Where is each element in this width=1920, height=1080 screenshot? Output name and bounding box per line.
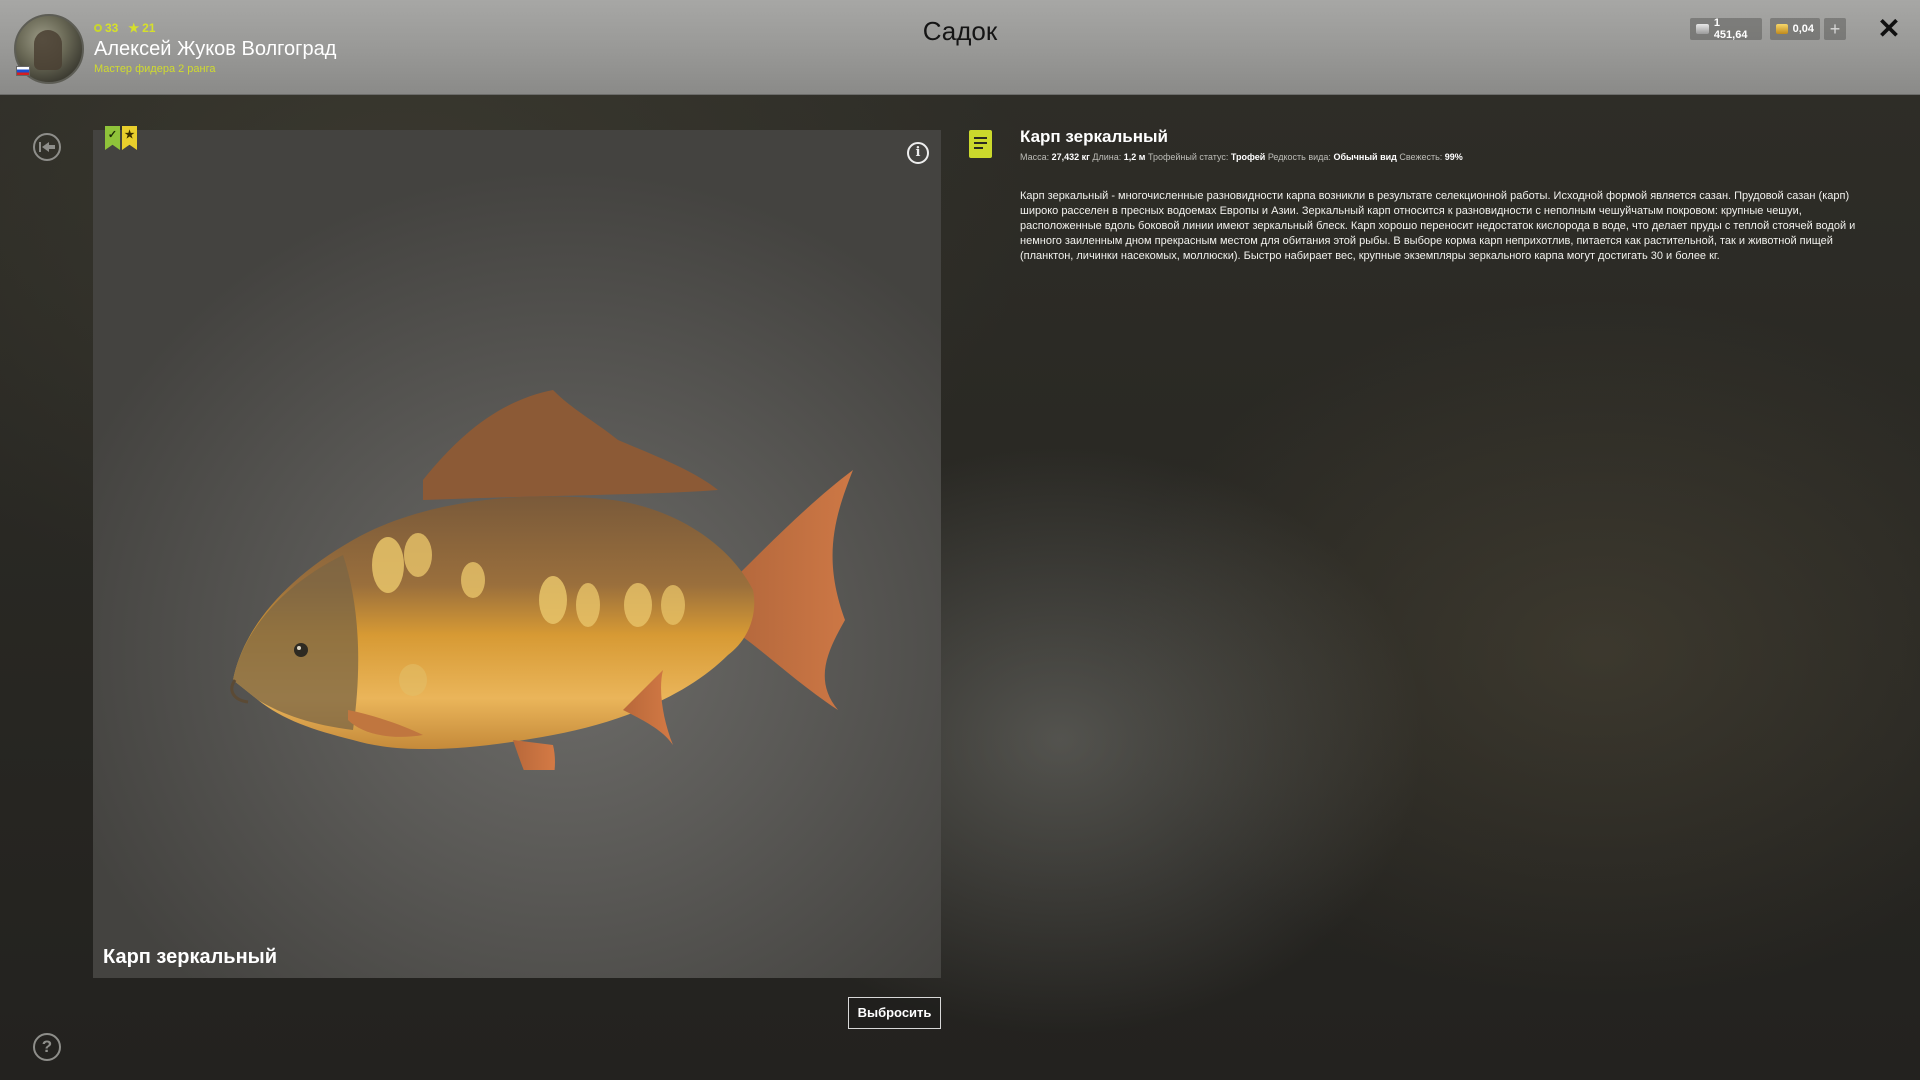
back-circle-icon xyxy=(39,142,55,152)
player-rank: Мастер фидера 2 ранга xyxy=(94,63,216,75)
gold-value: 0,04 xyxy=(1792,23,1814,35)
top-bar: 33 ★ 21 Алексей Жуков Волгоград Мастер ф… xyxy=(0,0,1920,95)
trophy-badge-icon: ★ xyxy=(122,126,137,150)
fish-description: Карп зеркальный - многочисленные разнови… xyxy=(1020,190,1856,262)
add-currency-button[interactable]: + xyxy=(1824,18,1846,40)
fish-caption: Карп зеркальный xyxy=(103,946,278,968)
fish-title: Карп зеркальный xyxy=(1020,127,1168,146)
mass-label: Масса: xyxy=(1020,152,1050,162)
fish-viewer[interactable]: ✓ ★ i Карп зеркальный xyxy=(93,126,941,978)
freshness-value: 99% xyxy=(1444,152,1463,162)
document-icon xyxy=(969,130,992,158)
gold-coin-icon xyxy=(1776,24,1788,34)
rarity-value: Обычный вид xyxy=(1333,152,1397,162)
trophy-value: Трофей xyxy=(1230,152,1266,162)
mass-value: 27,432 кг xyxy=(1051,152,1090,162)
badges: ✓ ★ xyxy=(105,126,137,150)
rarity-label: Редкость вида: xyxy=(1267,152,1331,162)
fish-stats: Масса: 27,432 кг Длина: 1,2 м Трофейный … xyxy=(1020,152,1463,162)
back-button[interactable] xyxy=(33,133,61,161)
trophy-label: Трофейный статус: xyxy=(1147,152,1229,162)
silver-value: 1 451,64 xyxy=(1713,17,1748,41)
length-label: Длина: xyxy=(1092,152,1122,162)
silver-balance: 1 451,64 xyxy=(1690,17,1762,41)
silver-coin-icon xyxy=(1696,24,1709,34)
length-value: 1,2 м xyxy=(1123,152,1146,162)
discard-button[interactable]: Выбросить xyxy=(848,997,941,1029)
help-button[interactable]: ? xyxy=(33,1033,61,1061)
russia-flag-icon xyxy=(16,66,30,76)
gold-balance: 0,04 xyxy=(1770,18,1820,40)
info-button[interactable]: i xyxy=(907,142,929,164)
caught-badge-icon: ✓ xyxy=(105,126,120,150)
page-title: Садок xyxy=(922,16,998,46)
close-button[interactable]: ✕ xyxy=(1876,15,1902,43)
freshness-label: Свежесть: xyxy=(1399,152,1443,162)
mirror-carp-image xyxy=(230,390,853,770)
